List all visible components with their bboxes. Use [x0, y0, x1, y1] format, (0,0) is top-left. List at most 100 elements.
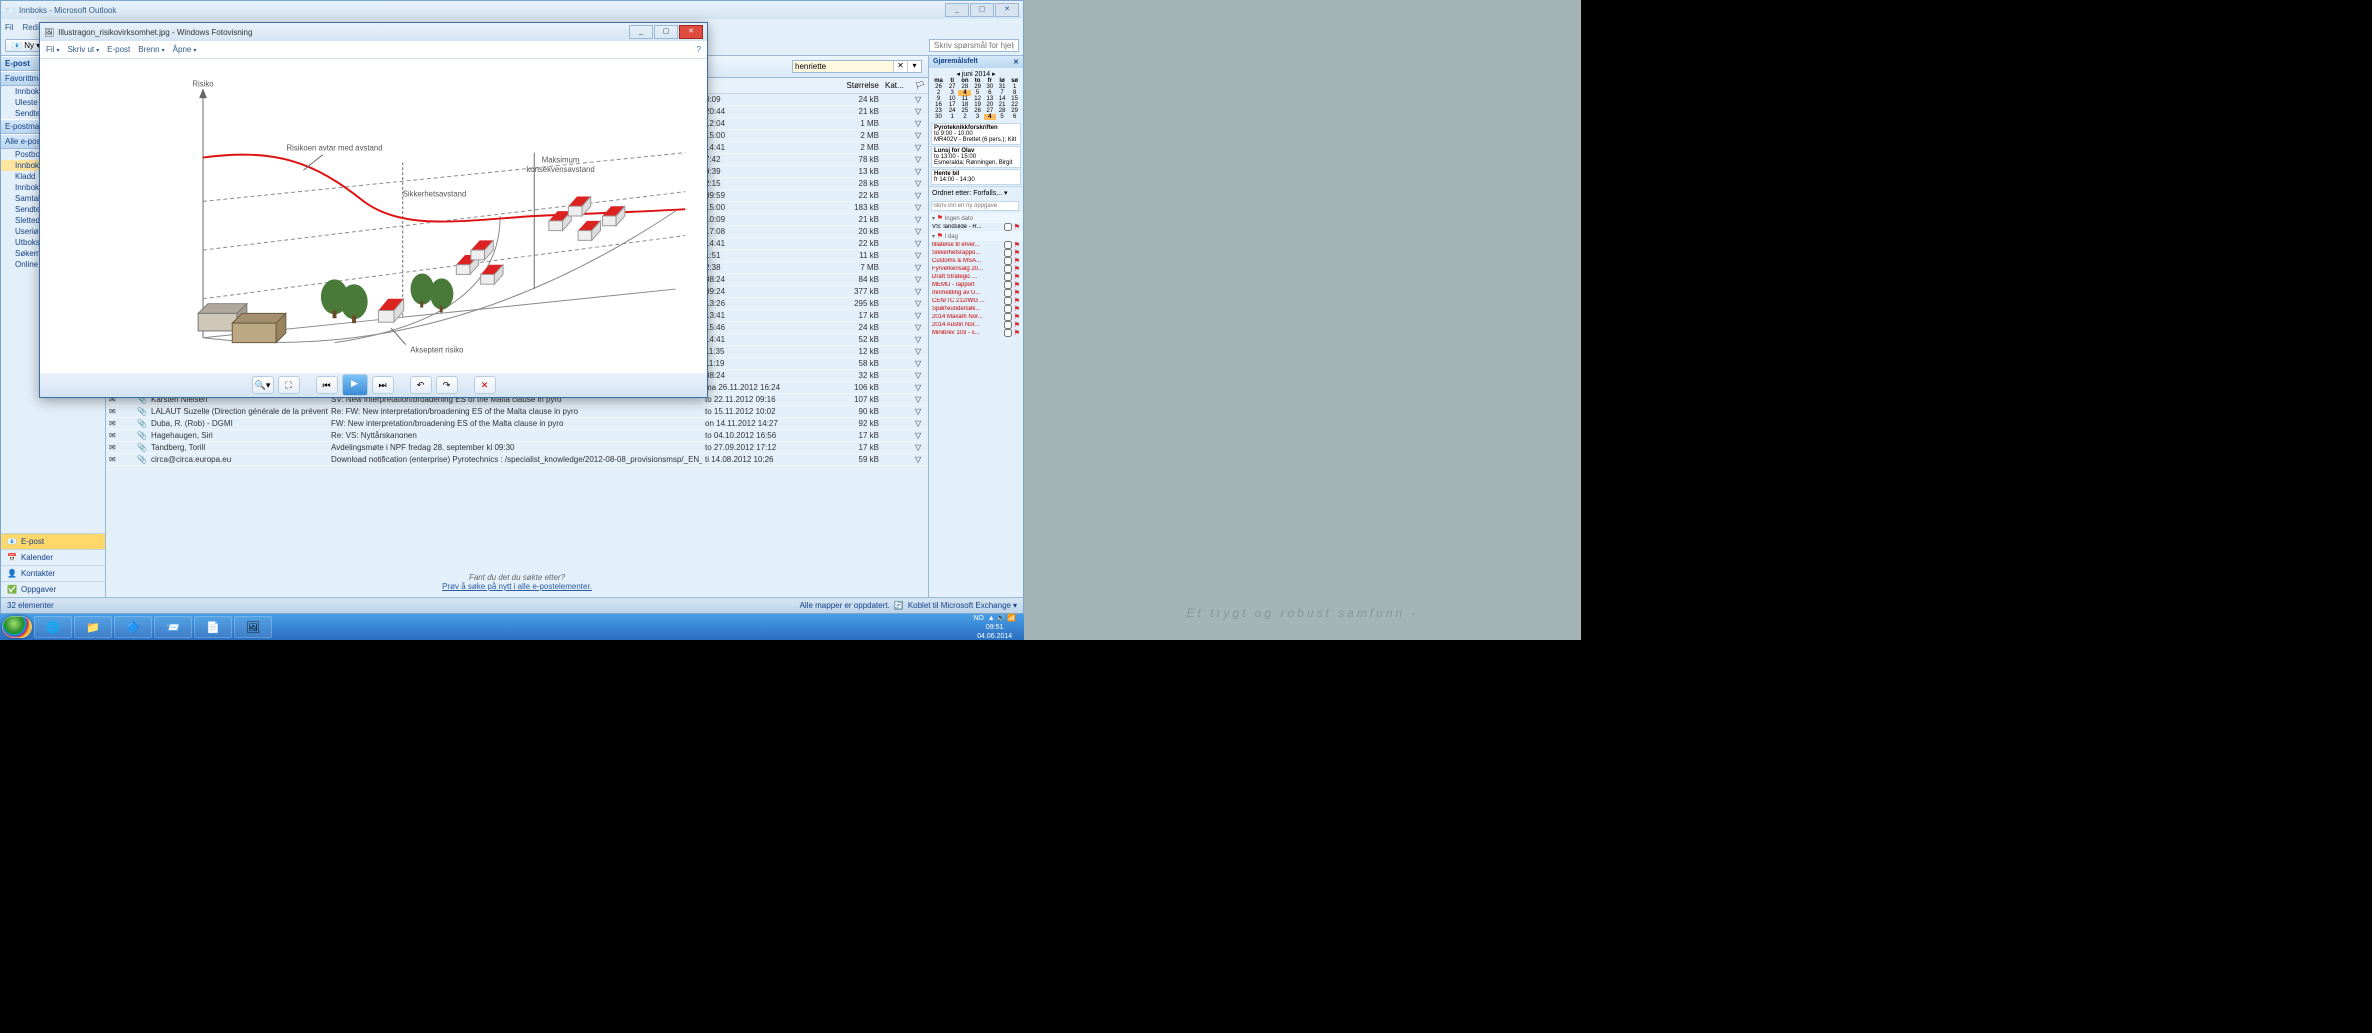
- appointment[interactable]: Hente bilfr 14:00 - 14:30: [931, 169, 1021, 185]
- photo-viewer-title: Illustragon_risikovirksomhet.jpg - Windo…: [58, 28, 252, 37]
- search-clear-button[interactable]: ✕: [893, 61, 907, 72]
- desktop-wallpaper-right: Et trygt og robust samfunn -: [1024, 0, 1581, 640]
- close-button[interactable]: ✕: [995, 3, 1019, 17]
- tray-time[interactable]: 09:51: [986, 624, 1004, 631]
- task-group[interactable]: ▾ ⚑ I dag: [929, 231, 1023, 241]
- mail-row[interactable]: ✉📎Duba, R. (Rob) - DGMIFW: New interpret…: [106, 418, 928, 430]
- task-item[interactable]: Customs & MSA...⚑: [929, 257, 1023, 265]
- taskbar-app1[interactable]: 🔷: [114, 616, 152, 638]
- pv-help-icon[interactable]: ?: [697, 45, 701, 54]
- photo-canvas: Risiko Risikoen avtar med avstand Sikker…: [40, 59, 707, 373]
- nav-button-tasks[interactable]: ✅ Oppgaver: [1, 581, 105, 597]
- task-group[interactable]: ▾ ⚑ Ingen dato: [929, 213, 1023, 223]
- nav-button-calendar[interactable]: 📅 Kalender: [1, 549, 105, 565]
- col-cat[interactable]: Kat...: [882, 80, 912, 91]
- pv-delete-button[interactable]: ✕: [474, 376, 496, 394]
- mail-row[interactable]: ✉📎Hagehaugen, SiriRe: VS: Nyttårskanonen…: [106, 430, 928, 442]
- tray-date[interactable]: 04.06.2014: [977, 633, 1012, 640]
- photo-viewer-menu: Fil Skriv ut E-post Brenn Åpne ?: [40, 41, 707, 59]
- task-item[interactable]: Fyrverkerisalg 20...⚑: [929, 265, 1023, 273]
- maximize-button[interactable]: ▢: [970, 3, 994, 17]
- taskbar-word[interactable]: 📄: [194, 616, 232, 638]
- task-item[interactable]: Sikkerhetsrappo...⚑: [929, 249, 1023, 257]
- status-sync-icon: 🔄: [894, 601, 904, 610]
- tray-lang[interactable]: NO: [973, 615, 984, 622]
- taskbar-explorer[interactable]: 📁: [74, 616, 112, 638]
- taskbar-ie[interactable]: 🌐: [34, 616, 72, 638]
- pv-rotate-cw-button[interactable]: ↷: [436, 376, 458, 394]
- photo-viewer-titlebar[interactable]: 🖼 Illustragon_risikovirksomhet.jpg - Win…: [40, 23, 707, 41]
- outlook-titlebar[interactable]: 📨 Innboks - Microsoft Outlook _ ▢ ✕: [1, 1, 1023, 19]
- task-item[interactable]: 2014 Maxam Nor...⚑: [929, 313, 1023, 321]
- taskbar-photoviewer[interactable]: 🖼: [234, 616, 272, 638]
- pv-maximize-button[interactable]: ▢: [654, 25, 678, 39]
- pv-menu-open[interactable]: Åpne: [173, 45, 197, 54]
- task-item[interactable]: tillatelse til erver...⚑: [929, 241, 1023, 249]
- risk-diagram: Risiko Risikoen avtar med avstand Sikker…: [46, 65, 701, 367]
- calendar-table[interactable]: mationtofrløsø26272829303112345678910111…: [931, 78, 1021, 120]
- pv-fit-button[interactable]: ⛶: [278, 376, 300, 394]
- mail-footer-question: Fant du det du søkte etter?: [106, 573, 928, 582]
- search-input[interactable]: [793, 61, 893, 72]
- pv-menu-burn[interactable]: Brenn: [138, 45, 164, 54]
- status-conn-dropdown[interactable]: ▾: [1013, 601, 1017, 610]
- outlook-icon: 📨: [5, 6, 15, 15]
- task-item[interactable]: MEMU - rapport⚑: [929, 281, 1023, 289]
- task-item[interactable]: Draft Strategic ...⚑: [929, 273, 1023, 281]
- help-search-input[interactable]: [929, 39, 1019, 52]
- pv-zoom-button[interactable]: 🔍▾: [252, 376, 274, 394]
- task-list[interactable]: ▾ ⚑ Ingen datoVS: landslide - R...⚑▾ ⚑ I…: [929, 213, 1023, 597]
- task-sort-header[interactable]: Ordnet etter: Forfalls... ▾: [929, 186, 1023, 199]
- nav-button-contacts[interactable]: 👤 Kontakter: [1, 565, 105, 581]
- status-items: 32 elementer: [7, 601, 54, 610]
- col-flag[interactable]: 🏳: [912, 80, 928, 91]
- menu-fil[interactable]: Fil: [5, 23, 13, 32]
- todo-close-icon[interactable]: ✕: [1013, 58, 1019, 66]
- taskbar-outlook[interactable]: 📨: [154, 616, 192, 638]
- svg-text:Sikkerhetsavstand: Sikkerhetsavstand: [403, 190, 467, 199]
- appointments-list: Pyroteknikkforskriftento 9:00 - 10:00MR4…: [929, 122, 1023, 186]
- pv-rotate-ccw-button[interactable]: ↶: [410, 376, 432, 394]
- task-item[interactable]: Innmelding av U...⚑: [929, 289, 1023, 297]
- search-box: ✕ ▾: [792, 60, 922, 73]
- start-button[interactable]: [2, 616, 32, 638]
- pv-menu-email[interactable]: E-post: [107, 45, 130, 54]
- task-item[interactable]: Spørreundersøk...⚑: [929, 305, 1023, 313]
- pv-prev-button[interactable]: ⏮: [316, 376, 338, 394]
- todo-title: Gjøremålsfelt: [933, 58, 978, 66]
- minimize-button[interactable]: _: [945, 3, 969, 17]
- mail-row[interactable]: ✉📎Tandberg, TorillAvdelingsmøte i NPF fr…: [106, 442, 928, 454]
- appointment[interactable]: Lunsj for Olavto 13:00 - 15:00Esmeralda;…: [931, 146, 1021, 168]
- calendar-month[interactable]: ◂ juni 2014 ▸: [931, 70, 1021, 78]
- svg-text:Akseptert risiko: Akseptert risiko: [410, 345, 463, 354]
- windows-taskbar[interactable]: 🌐 📁 🔷 📨 📄 🖼 NO ▲ 🔊 📶 09:51 04.06.2014: [0, 614, 1024, 640]
- appointment[interactable]: Pyroteknikkforskriftento 9:00 - 10:00MR4…: [931, 123, 1021, 145]
- nav-button-mail[interactable]: 📧 E-post: [1, 533, 105, 549]
- search-dropdown-button[interactable]: ▾: [907, 61, 921, 72]
- pv-close-button[interactable]: ✕: [679, 25, 703, 39]
- new-task-input[interactable]: [931, 201, 1019, 211]
- mail-footer-link[interactable]: Prøv å søke på nytt i alle e-postelement…: [442, 582, 592, 591]
- mail-row[interactable]: ✉📎circa@circa.europa.euDownload notifica…: [106, 454, 928, 466]
- wallpaper-slogan: Et trygt og robust samfunn -: [1166, 586, 1438, 640]
- photo-viewer-toolbar: 🔍▾ ⛶ ⏮ ▶ ⏭ ↶ ↷ ✕: [40, 373, 707, 397]
- pv-minimize-button[interactable]: _: [629, 25, 653, 39]
- photo-viewer-window[interactable]: 🖼 Illustragon_risikovirksomhet.jpg - Win…: [39, 22, 708, 398]
- task-item[interactable]: CEN/TC 212/WG ...⚑: [929, 297, 1023, 305]
- col-date[interactable]: [702, 80, 812, 91]
- task-item[interactable]: 2014 Austin Nor...⚑: [929, 321, 1023, 329]
- svg-text:Risiko: Risiko: [192, 79, 213, 88]
- pv-menu-fil[interactable]: Fil: [46, 45, 59, 54]
- col-size[interactable]: Størrelse: [812, 80, 882, 91]
- mail-row[interactable]: ✉📎LALAUT Suzelle (Direction générale de …: [106, 406, 928, 418]
- system-tray[interactable]: NO ▲ 🔊 📶 09:51 04.06.2014: [967, 614, 1022, 641]
- photo-icon: 🖼: [44, 28, 54, 37]
- pv-next-button[interactable]: ⏭: [372, 376, 394, 394]
- todo-header: Gjøremålsfelt ✕: [929, 56, 1023, 68]
- status-bar: 32 elementer Alle mapper er oppdatert. 🔄…: [1, 597, 1023, 613]
- svg-text:konsekvensavstand: konsekvensavstand: [526, 165, 594, 174]
- pv-menu-print[interactable]: Skriv ut: [67, 45, 99, 54]
- task-item[interactable]: VS: landslide - R...⚑: [929, 223, 1023, 231]
- pv-slideshow-button[interactable]: ▶: [342, 374, 368, 396]
- task-item[interactable]: Minibrev 103 - s...⚑: [929, 329, 1023, 337]
